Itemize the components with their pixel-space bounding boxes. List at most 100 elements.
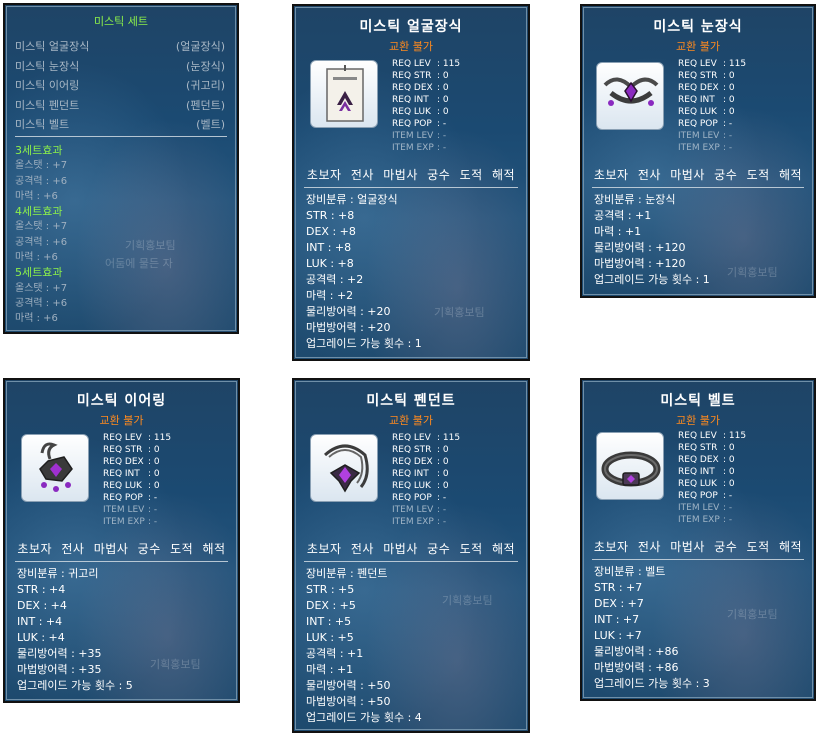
set-item: 미스틱 펜던트 (펜던트) xyxy=(15,98,225,112)
item-title: 미스틱 펜던트 xyxy=(366,393,456,409)
divider xyxy=(15,136,227,137)
set-item: 미스틱 눈장식 (눈장식) xyxy=(15,59,225,73)
stat-line: 업그레이드 가능 횟수 : 3 xyxy=(594,677,710,690)
set-effect-line: 마력 : +6 xyxy=(15,313,58,325)
divider xyxy=(592,559,804,560)
stat-line: STR : +8 xyxy=(306,209,355,222)
stat-line: 마법방어력 : +120 xyxy=(594,257,686,270)
watermark: 기획홍보팀 xyxy=(727,608,778,621)
requirements: REQ LEV: 115 REQ STR: 0 REQ DEX: 0 REQ I… xyxy=(678,431,747,525)
item-tooltip-earring: 기획홍보팀 미스틱 이어링 교환 불가 REQ LEV: 115 REQ STR… xyxy=(3,378,240,703)
stat-list: 장비분류 : 벨트 STR : +7 DEX : +7 INT : +7 LUK… xyxy=(594,564,710,692)
stat-line: 마법방어력 : +50 xyxy=(306,695,391,708)
item-tooltip-pendant: 기획홍보팀 미스틱 펜던트 교환 불가 REQ LEV: 115 REQ STR… xyxy=(292,378,530,733)
set-effect-heading: 3세트효과 xyxy=(15,144,63,157)
stat-line: DEX : +8 xyxy=(306,225,356,238)
stat-line: 업그레이드 가능 횟수 : 4 xyxy=(306,711,422,724)
stat-line: 공격력 : +1 xyxy=(594,209,652,222)
stat-line: LUK : +7 xyxy=(594,629,642,642)
stat-line: INT : +7 xyxy=(594,613,640,626)
stat-line: 업그레이드 가능 횟수 : 1 xyxy=(594,273,710,286)
divider xyxy=(15,561,228,562)
trade-status: 교환 불가 xyxy=(99,414,144,427)
watermark: 기획홍보팀 xyxy=(150,658,201,671)
stat-line: LUK : +5 xyxy=(306,631,354,644)
stat-line: LUK : +8 xyxy=(306,257,354,270)
stat-line: 장비분류 : 눈장식 xyxy=(594,193,676,206)
requirements: REQ LEV: 115 REQ STR: 0 REQ DEX: 0 REQ I… xyxy=(103,433,172,527)
stat-line: INT : +5 xyxy=(306,615,352,628)
set-item: 미스틱 벨트 (벨트) xyxy=(15,118,225,131)
item-tooltip-belt: 기획홍보팀 미스틱 벨트 교환 불가 REQ LEV: 115 REQ STR:… xyxy=(580,378,816,701)
stat-line: 물리방어력 : +50 xyxy=(306,679,391,692)
stat-list: 장비분류 : 눈장식 공격력 : +1 마력 : +1 물리방어력 : +120… xyxy=(594,192,710,288)
stat-list: 장비분류 : 귀고리 STR : +4 DEX : +4 INT : +4 LU… xyxy=(17,566,133,694)
item-icon-frame xyxy=(596,62,664,130)
stat-line: 장비분류 : 펜던트 xyxy=(306,567,388,580)
watermark: 기획홍보팀 xyxy=(727,266,778,279)
stat-line: INT : +8 xyxy=(306,241,352,254)
stat-line: 장비분류 : 얼굴장식 xyxy=(306,193,398,206)
item-icon-frame xyxy=(21,434,89,502)
stat-line: 업그레이드 가능 횟수 : 5 xyxy=(17,679,133,692)
trade-status: 교환 불가 xyxy=(676,414,720,427)
item-tooltip-eye: 기획홍보팀 미스틱 눈장식 교환 불가 REQ LEV: 115 REQ STR… xyxy=(580,4,816,298)
requirements: REQ LEV: 115 REQ STR: 0 REQ DEX: 0 REQ I… xyxy=(392,433,461,527)
stat-line: 물리방어력 : +86 xyxy=(594,645,679,658)
set-effect-heading: 5세트효과 xyxy=(15,266,63,280)
watermark: 어둠에 물든 자 xyxy=(105,257,173,270)
requirements: REQ LEV: 115 REQ STR: 0 REQ DEX: 0 REQ I… xyxy=(678,59,747,153)
set-item: 미스틱 이어링 (귀고리) xyxy=(15,79,225,92)
trade-status: 교환 불가 xyxy=(389,414,433,427)
stat-line: STR : +4 xyxy=(17,583,66,596)
eye-accessory-icon xyxy=(603,77,659,106)
stat-line: DEX : +4 xyxy=(17,599,67,612)
item-icon-frame xyxy=(310,434,378,502)
stat-list: 장비분류 : 펜던트 STR : +5 DEX : +5 INT : +5 LU… xyxy=(306,566,422,726)
stat-line: INT : +4 xyxy=(17,615,63,628)
stat-line: 마법방어력 : +86 xyxy=(594,661,679,674)
stat-line: 장비분류 : 귀고리 xyxy=(17,567,99,580)
set-effects: 3세트효과 올스탯 : +7 공격력 : +6 마력 : +6 4세트효과 올스… xyxy=(15,143,67,327)
divider xyxy=(592,187,804,188)
set-effect-line: 공격력 : +6 xyxy=(15,175,68,187)
item-icon-frame xyxy=(596,432,664,500)
divider xyxy=(304,187,518,188)
set-effect-heading: 4세트효과 xyxy=(15,205,63,219)
belt-icon xyxy=(601,451,661,487)
set-effect-line: 올스탯 : +7 xyxy=(15,160,68,172)
stat-line: 물리방어력 : +35 xyxy=(17,647,102,660)
set-effect-line: 올스탯 : +7 xyxy=(15,221,68,233)
set-item-list: 미스틱 얼굴장식 (얼굴장식) 미스틱 눈장식 (눈장식) 미스틱 이어링 (귀고리)… xyxy=(15,37,225,135)
stat-line: 마력 : +1 xyxy=(594,225,642,238)
stat-line: 마법방어력 : +20 xyxy=(306,321,391,334)
stat-line: DEX : +7 xyxy=(594,597,644,610)
set-tooltip: 기획홍보팀 어둠에 물든 자 미스틱 세트 미스틱 얼굴장식 (얼굴장식) 미스틱… xyxy=(3,3,239,334)
pendant-icon xyxy=(323,444,369,493)
stat-line: 마력 : +1 xyxy=(306,663,354,676)
set-item: 미스틱 얼굴장식 (얼굴장식) xyxy=(15,40,225,53)
face-accessory-icon xyxy=(326,65,364,122)
watermark: 기획홍보팀 xyxy=(125,239,176,252)
stat-line: 업그레이드 가능 횟수 : 1 xyxy=(306,337,422,350)
job-list: 초보자 전사 마법사 궁수 도적 해적 xyxy=(593,168,803,182)
job-list: 초보자 전사 마법사 궁수 도적 해적 xyxy=(306,168,516,182)
stat-line: 공격력 : +2 xyxy=(306,273,364,286)
set-effect-line: 공격력 : +6 xyxy=(15,297,68,309)
set-title: 미스틱 세트 xyxy=(93,15,149,28)
item-title: 미스틱 눈장식 xyxy=(653,19,743,35)
job-list: 초보자 전사 마법사 궁수 도적 해적 xyxy=(593,540,803,554)
set-effect-line: 마력 : +6 xyxy=(15,252,58,264)
item-icon-frame xyxy=(310,60,378,128)
earring-icon xyxy=(39,442,73,492)
stat-line: 마력 : +2 xyxy=(306,289,354,302)
stat-line: 물리방어력 : +120 xyxy=(594,241,686,254)
stat-line: LUK : +4 xyxy=(17,631,65,644)
stat-line: 공격력 : +1 xyxy=(306,647,364,660)
item-title: 미스틱 벨트 xyxy=(660,393,736,409)
item-title: 미스틱 이어링 xyxy=(76,393,167,409)
job-list: 초보자 전사 마법사 궁수 도적 해적 xyxy=(17,542,226,556)
trade-status: 교환 불가 xyxy=(389,40,433,53)
stat-line: 물리방어력 : +20 xyxy=(306,305,391,318)
stat-line: 장비분류 : 벨트 xyxy=(594,565,666,578)
